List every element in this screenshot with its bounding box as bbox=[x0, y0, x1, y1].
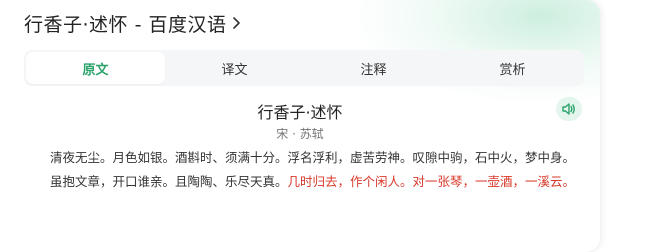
poem-text: 虽抱文章，开口谁亲。且陶陶、乐尽天真。 bbox=[50, 174, 288, 189]
tab-annotation[interactable]: 注释 bbox=[304, 52, 443, 84]
poem-paragraph-1: 清夜无尘。月色如银。酒斟时、须满十分。浮名浮利，虚苦劳神。叹隙中驹，石中火，梦中… bbox=[50, 150, 576, 165]
audio-play-button[interactable] bbox=[556, 97, 582, 121]
chevron-right-icon[interactable] bbox=[232, 16, 241, 30]
highlighted-text: 几时归去，作个闲人。对一张琴，一壶酒，一溪云。 bbox=[287, 174, 576, 189]
speaker-icon bbox=[562, 103, 576, 115]
poem-author: 宋 · 苏轼 bbox=[276, 127, 324, 141]
poem-card: 行香子·述怀 - 百度汉语 原文 译文 注释 赏析 行香子·述怀 宋 · 苏轼 bbox=[0, 0, 600, 252]
result-title-link[interactable]: 行香子·述怀 - 百度汉语 bbox=[24, 10, 241, 36]
tab-appreciation[interactable]: 赏析 bbox=[443, 52, 582, 84]
page: 行香子·述怀 - 百度汉语 原文 译文 注释 赏析 行香子·述怀 宋 · 苏轼 bbox=[0, 0, 653, 252]
poem-paragraph-2: 虽抱文章，开口谁亲。且陶陶、乐尽天真。几时归去，作个闲人。对一张琴，一壶酒，一溪… bbox=[25, 170, 582, 194]
tab-bar: 原文 译文 注释 赏析 bbox=[24, 50, 584, 86]
tab-original[interactable]: 原文 bbox=[26, 52, 165, 84]
result-title[interactable]: 行香子·述怀 - 百度汉语 bbox=[24, 10, 226, 37]
tab-translation[interactable]: 译文 bbox=[165, 52, 304, 84]
poem-title: 行香子·述怀 bbox=[257, 103, 343, 122]
poem-body: 清夜无尘。月色如银。酒斟时、须满十分。浮名浮利，虚苦劳神。叹隙中驹，石中火，梦中… bbox=[25, 146, 582, 194]
